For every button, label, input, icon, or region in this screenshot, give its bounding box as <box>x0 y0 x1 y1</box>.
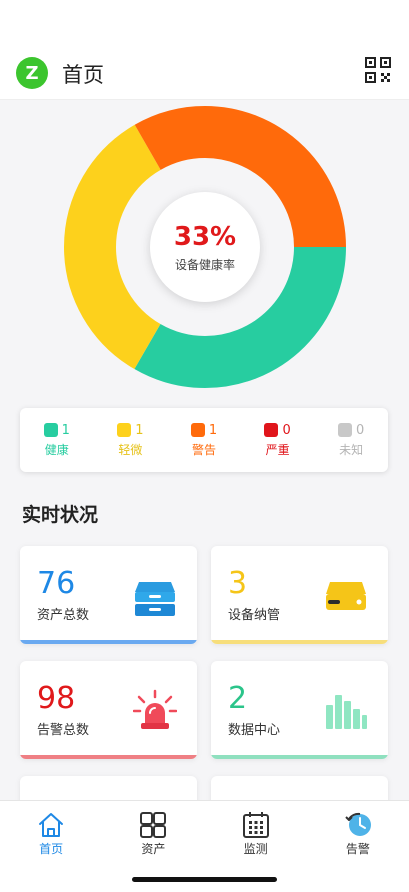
tab-label: 首页 <box>39 842 64 856</box>
card-label: 资产总数 <box>37 608 90 623</box>
legend-item-healthy[interactable]: 1 健康 <box>20 408 94 472</box>
tab-label: 资产 <box>141 842 166 856</box>
calendar-monitor-icon <box>242 812 269 838</box>
card-accent-bar <box>211 755 388 759</box>
home-icon <box>39 813 64 837</box>
legend-count: 0 <box>356 422 365 438</box>
card-accent-bar <box>20 755 197 759</box>
section-title: 实时状况 <box>22 504 99 526</box>
tab-label: 告警 <box>345 842 370 856</box>
app-header: Z 首页 <box>0 44 409 100</box>
legend-count: 1 <box>135 422 144 438</box>
legend-count: 0 <box>282 422 291 438</box>
tab-label: 监测 <box>243 842 268 856</box>
app-logo: Z <box>16 57 48 89</box>
health-donut-chart: 33% 设备健康率 <box>64 106 346 388</box>
qr-code-scan-icon[interactable] <box>365 57 391 83</box>
status-bar <box>0 0 409 44</box>
card-number: 3 <box>228 566 248 601</box>
inbox-tray-icon <box>135 582 175 616</box>
clock-history-icon <box>345 812 371 836</box>
legend-swatch <box>264 423 279 437</box>
page-title: 首页 <box>62 63 104 87</box>
card-accent-bar <box>211 640 388 644</box>
legend-name: 警告 <box>191 442 216 457</box>
card-alarms-total[interactable]: 98 告警总数 <box>20 661 197 759</box>
health-center: 33% 设备健康率 <box>150 192 260 302</box>
health-label: 设备健康率 <box>174 257 235 272</box>
legend-item-unknown[interactable]: 0 未知 <box>314 408 388 472</box>
grid-icon <box>140 812 167 838</box>
card-number: 76 <box>37 566 76 601</box>
legend-swatch <box>43 423 58 437</box>
health-percent: 33% <box>173 221 237 252</box>
home-indicator <box>132 877 277 882</box>
legend-name: 轻微 <box>118 442 143 457</box>
legend-swatch <box>117 423 132 437</box>
legend-name: 未知 <box>339 442 364 457</box>
card-number: 98 <box>37 681 76 716</box>
card-managed-devices[interactable]: 3 设备纳管 <box>211 546 388 644</box>
tab-alarms[interactable]: 告警 <box>307 801 409 892</box>
legend-name: 严重 <box>265 442 290 457</box>
legend-count: 1 <box>61 422 70 438</box>
card-label: 设备纳管 <box>228 608 281 623</box>
legend-count: 1 <box>208 422 218 438</box>
card-number: 2 <box>228 681 248 716</box>
legend-swatch <box>338 423 353 437</box>
server-device-icon <box>326 582 366 610</box>
card-data-center[interactable]: 2 数据中心 <box>211 661 388 759</box>
status-legend: 1 健康 1 轻微 1 警告 0 严重 0 未知 <box>20 408 388 472</box>
card-assets-total[interactable]: 76 资产总数 <box>20 546 197 644</box>
legend-item-minor[interactable]: 1 轻微 <box>94 408 168 472</box>
alarm-siren-icon <box>133 689 177 729</box>
card-label: 告警总数 <box>37 723 90 738</box>
legend-item-critical[interactable]: 0 严重 <box>241 408 315 472</box>
legend-swatch <box>190 423 205 437</box>
data-center-bars-icon <box>326 695 367 729</box>
card-accent-bar <box>20 640 197 644</box>
legend-name: 健康 <box>44 442 69 457</box>
legend-item-warning[interactable]: 1 警告 <box>167 408 241 472</box>
tab-home[interactable]: 首页 <box>0 801 102 892</box>
card-label: 数据中心 <box>228 723 281 738</box>
